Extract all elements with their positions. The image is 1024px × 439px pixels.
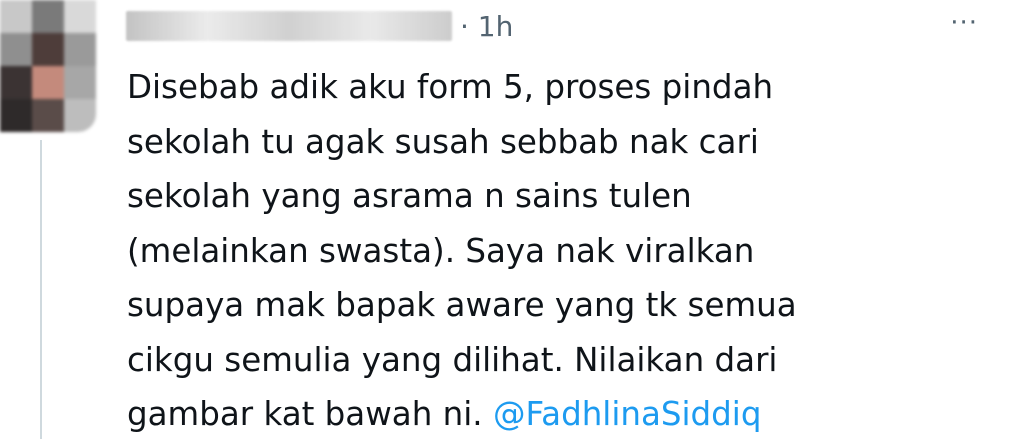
timestamp[interactable]: · 1h	[460, 10, 513, 43]
tweet-text: Disebab adik aku form 5, proses pindah s…	[127, 60, 987, 439]
tweet-text-fragment: gambar kat bawah ni.	[127, 395, 493, 433]
avatar[interactable]	[0, 0, 96, 132]
tweet-text-line: (melainkan swasta). Saya nak viralkan	[127, 231, 755, 270]
tweet-text-line: cikgu semulia yang dilihat. Nilaikan dar…	[127, 340, 778, 379]
more-options-button[interactable]: ···	[950, 8, 978, 38]
tweet-text-line: sekolah yang asrama n sains tulen	[127, 177, 692, 215]
redacted-username[interactable]	[126, 11, 452, 41]
tweet-text-line: Disebab adik aku form 5, proses pindah	[127, 68, 774, 106]
tweet-text-line-last: gambar kat bawah ni. @FadhlinaSiddiq	[127, 387, 987, 439]
more-horizontal-icon: ···	[950, 8, 978, 38]
tweet-text-line: sekolah tu agak susah sebbab nak cari	[127, 122, 759, 161]
tweet[interactable]: · 1h ··· Disebab adik aku form 5, proses…	[0, 0, 1024, 439]
mention-link[interactable]: @FadhlinaSiddiq	[493, 395, 762, 433]
thread-connector-line	[40, 140, 42, 439]
tweet-text-line: supaya mak bapak aware yang tk semua	[127, 286, 797, 324]
tweet-header: · 1h	[126, 6, 513, 46]
